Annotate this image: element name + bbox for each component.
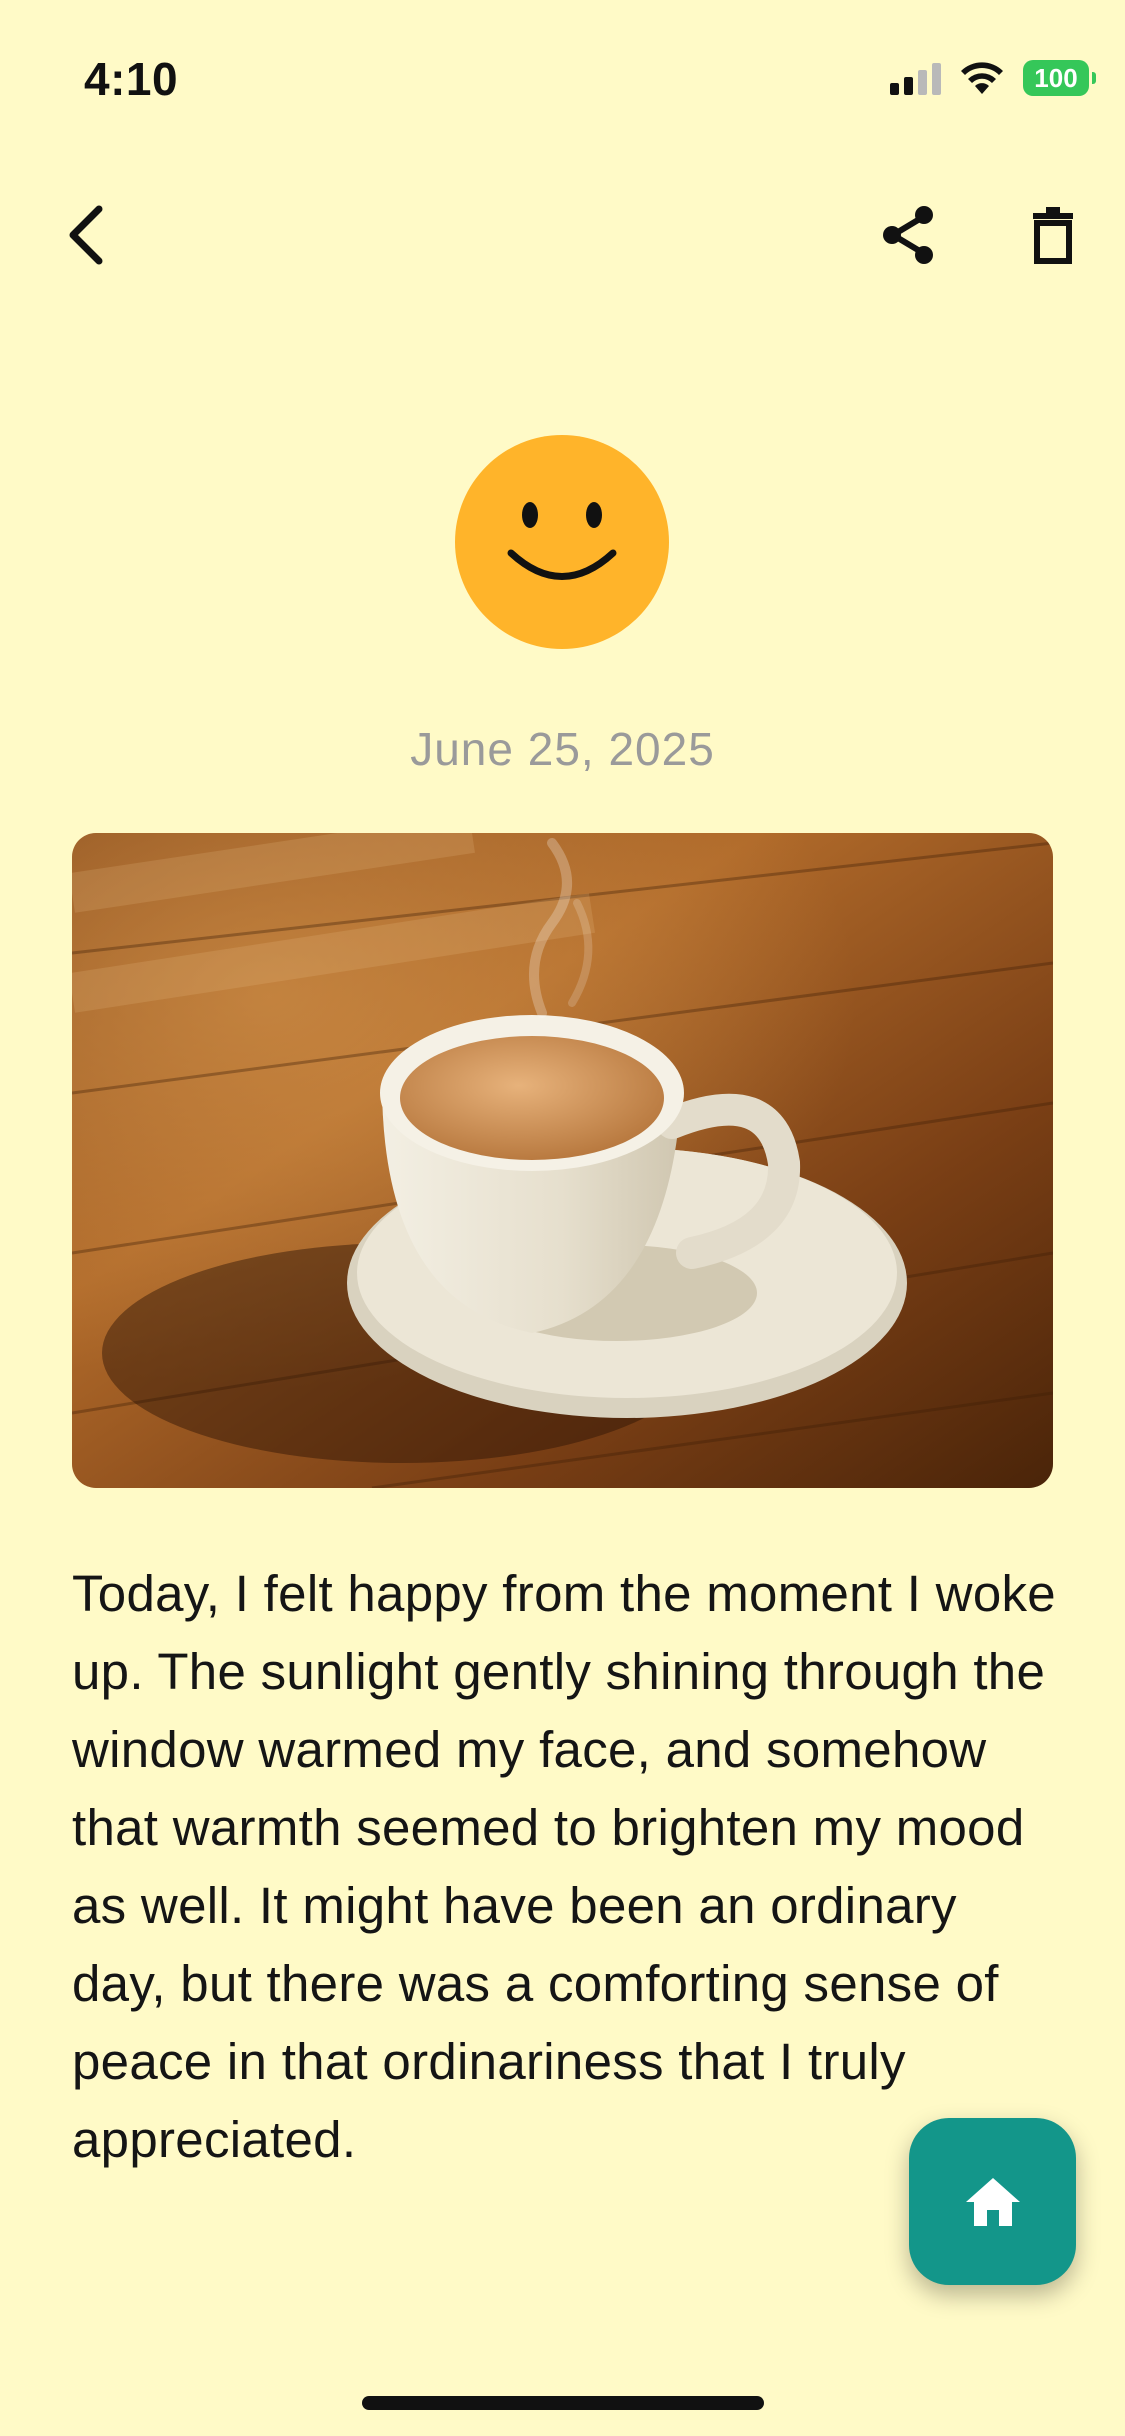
entry-text: Today, I felt happy from the moment I wo… [72,1565,1056,2168]
battery-level: 100 [1034,62,1078,93]
coffee-cup-illustration [72,833,1053,1488]
entry-date: June 25, 2025 [410,723,715,775]
home-button[interactable] [909,2118,1076,2285]
chevron-left-icon [69,205,103,265]
back-button[interactable] [40,190,130,280]
share-icon [883,206,933,264]
status-time: 4:10 [84,53,179,105]
entry-photo[interactable] [72,833,1053,1488]
home-indicator[interactable] [362,2396,764,2410]
battery-icon: 100 [1023,60,1096,96]
share-button[interactable] [864,190,954,280]
status-bar: 4:10 100 [0,0,1125,150]
status-icons: 100 [890,56,1096,100]
smiley-face-icon [507,502,617,580]
wifi-icon [961,62,1003,94]
trash-icon [1033,207,1073,264]
mood-indicator [455,435,669,649]
delete-button[interactable] [1008,190,1098,280]
home-icon [965,2177,1020,2226]
cellular-signal-icon [890,61,941,95]
